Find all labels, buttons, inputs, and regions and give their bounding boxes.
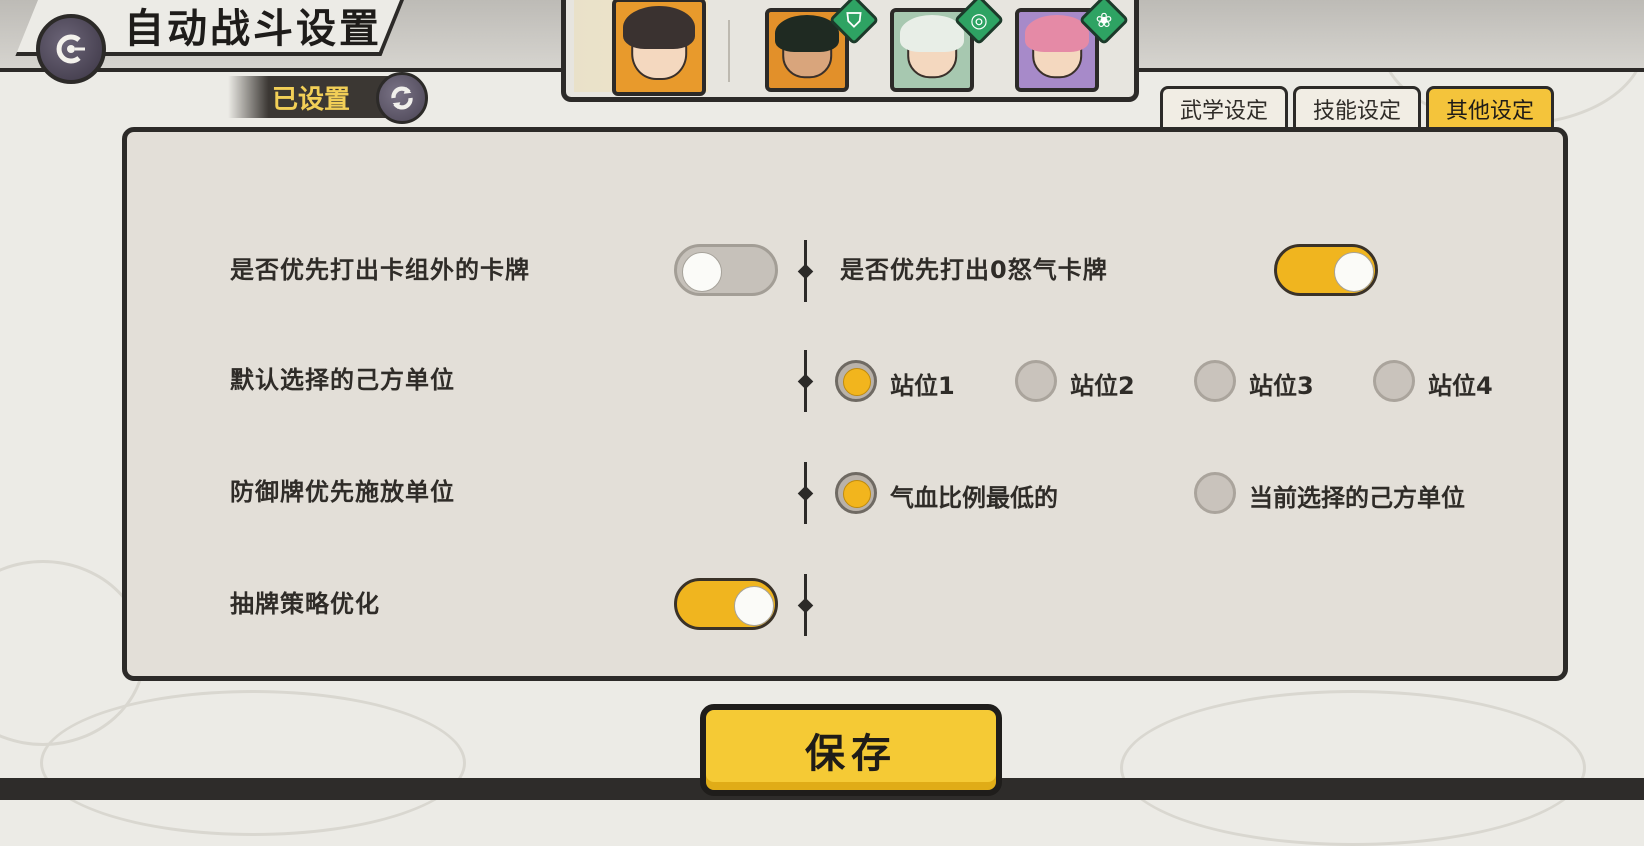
setting-label-default-unit: 默认选择的己方单位	[230, 366, 455, 394]
unit-radio-label-3: 站位3	[1249, 372, 1314, 400]
unit-radio-2[interactable]	[1015, 360, 1057, 402]
unit-radio-3[interactable]	[1194, 360, 1236, 402]
column-divider	[804, 240, 807, 302]
toggle-knob	[734, 586, 774, 626]
setting-label-draw-optimization: 抽牌策略优化	[230, 590, 380, 618]
column-divider	[804, 574, 807, 636]
status-badge: 已设置	[228, 76, 390, 118]
hero-hair	[622, 5, 696, 49]
defense-radio-lowest-hp[interactable]	[835, 472, 877, 514]
setting-label-zero-rage: 是否优先打出0怒气卡牌	[840, 256, 1108, 284]
draw-optimization-toggle[interactable]	[674, 578, 778, 630]
column-divider	[804, 350, 807, 412]
unit-radio-label-4: 站位4	[1428, 372, 1493, 400]
defense-radio-label-lowest-hp: 气血比例最低的	[890, 484, 1058, 512]
party-panel: ⛉ ◎ ❀	[561, 0, 1139, 102]
save-button[interactable]: 保存	[700, 704, 1002, 796]
unit-radio-1[interactable]	[835, 360, 877, 402]
background-swirl	[40, 690, 466, 836]
toggle-knob	[682, 252, 722, 292]
unit-radio-label-2: 站位2	[1070, 372, 1135, 400]
page-title: 自动战斗设置	[124, 6, 382, 52]
setting-label-defense-target: 防御牌优先施放单位	[230, 478, 455, 506]
refresh-button[interactable]	[376, 72, 428, 124]
settings-panel: 是否优先打出卡组外的卡牌 是否优先打出0怒气卡牌 默认选择的己方单位 站位1 站…	[122, 127, 1568, 681]
refresh-icon	[391, 86, 413, 110]
setting-label-out-of-deck: 是否优先打出卡组外的卡牌	[230, 256, 530, 284]
defense-radio-label-current-unit: 当前选择的己方单位	[1249, 484, 1465, 512]
tab-other[interactable]: 其他设定	[1426, 86, 1554, 128]
zero-rage-toggle[interactable]	[1274, 244, 1378, 296]
column-divider	[804, 462, 807, 524]
shield-glyph: ⛉	[846, 8, 862, 32]
unit-radio-4[interactable]	[1373, 360, 1415, 402]
background-swirl	[1120, 690, 1586, 846]
tab-skills[interactable]: 技能设定	[1293, 86, 1421, 128]
out-of-deck-toggle[interactable]	[674, 244, 778, 296]
swirl-glyph: ◎	[970, 8, 988, 32]
defense-radio-current-unit[interactable]	[1194, 472, 1236, 514]
status-badge-label: 已设置	[272, 84, 351, 115]
heal-glyph: ❀	[1095, 8, 1113, 32]
unit-radio-label-1: 站位1	[890, 372, 955, 400]
back-icon	[56, 34, 85, 64]
back-button[interactable]	[36, 14, 106, 84]
tab-martial-arts[interactable]: 武学设定	[1160, 86, 1288, 128]
portrait-separator	[728, 20, 730, 82]
toggle-knob	[1334, 252, 1374, 292]
hero-portrait-leader[interactable]	[612, 0, 706, 96]
